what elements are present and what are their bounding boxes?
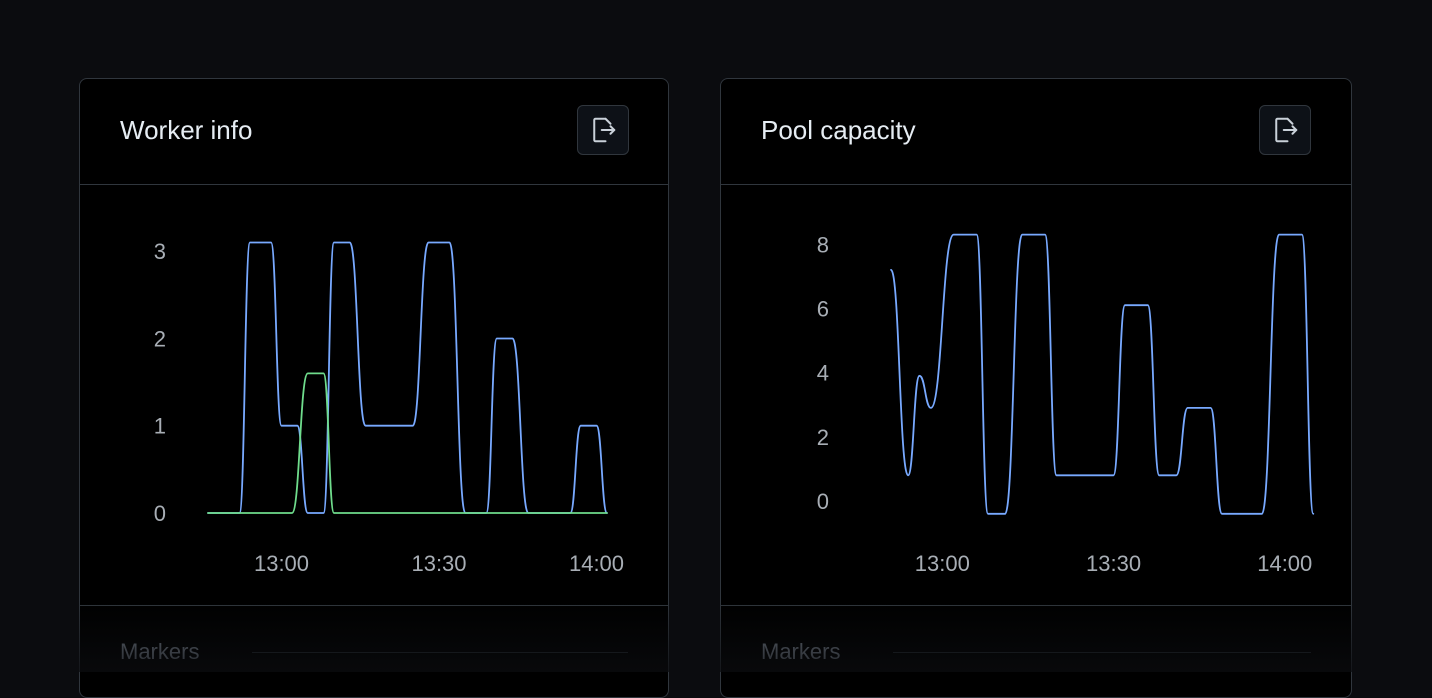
markers-divider — [252, 652, 628, 653]
worker-info-panel: Worker info 0 1 2 3 13:00 13:30 14:00 Markers — [79, 78, 669, 698]
export-button[interactable] — [1259, 105, 1311, 155]
export-file-icon — [1275, 117, 1298, 143]
x-tick-label: 14:00 — [1257, 551, 1312, 576]
panel-header: Pool capacity — [721, 79, 1351, 185]
panel-title: Worker info — [120, 115, 253, 145]
markers-label: Markers — [761, 639, 841, 664]
y-tick-label: 4 — [817, 361, 829, 386]
x-tick-label: 13:00 — [254, 551, 309, 576]
pool-capacity-chart: 0 2 4 6 8 13:00 13:30 14:00 — [817, 232, 1315, 576]
x-tick-label: 14:00 — [569, 551, 624, 576]
x-tick-label: 13:30 — [1086, 551, 1141, 576]
markers-section: Markers — [721, 605, 1351, 697]
y-tick-label: 2 — [154, 326, 166, 351]
export-button[interactable] — [577, 105, 629, 155]
export-file-icon — [593, 117, 616, 143]
series-line-0 — [890, 233, 1315, 515]
pool-capacity-panel: Pool capacity 0 2 4 6 8 13:00 13:30 14:00 Marke… — [720, 78, 1352, 698]
panel-header: Worker info — [80, 79, 668, 185]
markers-divider — [893, 652, 1311, 653]
x-tick-label: 13:00 — [915, 551, 970, 576]
series-line-0 — [207, 241, 608, 514]
y-tick-label: 0 — [154, 501, 166, 526]
y-tick-label: 0 — [817, 489, 829, 514]
y-tick-label: 2 — [817, 425, 829, 450]
y-tick-label: 1 — [154, 414, 166, 439]
y-tick-label: 8 — [817, 232, 829, 257]
worker-info-chart: 0 1 2 3 13:00 13:30 14:00 — [154, 239, 624, 576]
markers-label: Markers — [120, 639, 200, 664]
y-tick-label: 6 — [817, 296, 829, 321]
x-tick-label: 13:30 — [411, 551, 466, 576]
panel-title: Pool capacity — [761, 115, 916, 145]
series-line-1 — [207, 372, 608, 514]
y-tick-label: 3 — [154, 239, 166, 264]
markers-section: Markers — [80, 605, 668, 697]
